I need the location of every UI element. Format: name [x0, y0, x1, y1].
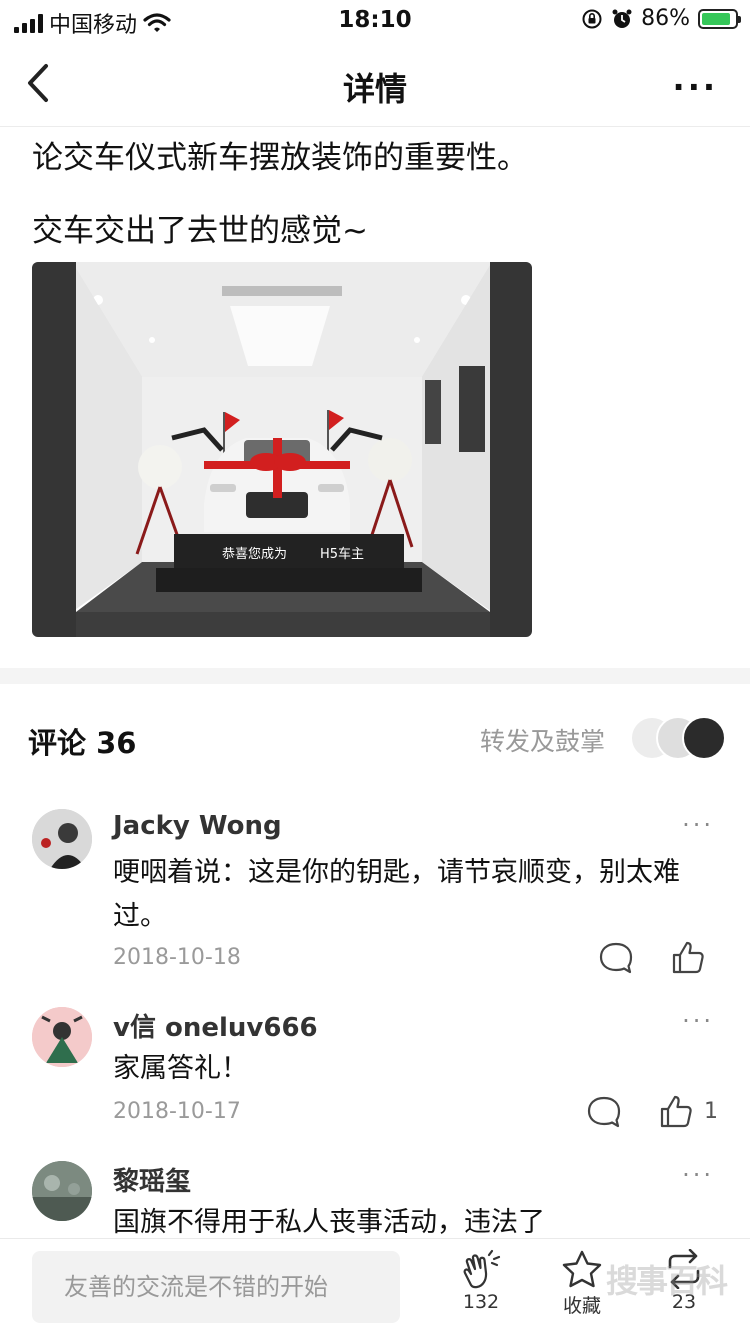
alarm-icon: [612, 9, 632, 28]
comments-count-title: 评论 36: [28, 726, 137, 760]
clap-icon: [463, 1249, 501, 1289]
thumbs-up-icon[interactable]: [670, 940, 706, 976]
reply-icon[interactable]: [598, 940, 634, 976]
battery-charging-icon: [698, 8, 741, 29]
page-title: 详情: [342, 70, 407, 108]
post-text-line1: 论交车仪式新车摆放装饰的重要性。: [32, 140, 528, 176]
comment-more-button[interactable]: ···: [682, 811, 714, 839]
reply-icon[interactable]: [586, 1094, 622, 1130]
comment-date: 2018-10-17: [113, 1099, 241, 1124]
clap-count: 132: [462, 1291, 500, 1313]
comment-date: 2018-10-18: [113, 945, 241, 970]
car-showroom-illustration: 恭喜您成为 H5车主: [32, 262, 532, 637]
post-text-line2: 交车交出了去世的感觉~: [32, 213, 368, 249]
like-count: 1: [704, 1099, 718, 1124]
share-and-clap-link[interactable]: 转发及鼓掌: [480, 722, 605, 758]
avatar[interactable]: [32, 1007, 92, 1067]
comment-more-button[interactable]: ···: [682, 1007, 714, 1035]
photo-banner-model: H5车主: [320, 546, 364, 562]
thumbs-up-icon[interactable]: [658, 1094, 694, 1130]
post-photo[interactable]: 恭喜您成为 H5车主: [32, 262, 532, 637]
star-icon: [562, 1250, 602, 1288]
watermark: 搜事百科: [606, 1262, 728, 1300]
nav-bar: 详情 ···: [0, 44, 750, 127]
comment-text: 家属答礼！: [113, 1053, 248, 1084]
status-bar: 中国移动 18:10 86%: [0, 0, 750, 44]
clapper-avatars[interactable]: [630, 716, 726, 760]
status-right: 86%: [581, 6, 741, 31]
photo-banner-text: 恭喜您成为: [222, 546, 287, 562]
section-divider: [0, 668, 750, 684]
comment-author[interactable]: 黎瑶玺: [113, 1161, 191, 1198]
battery-percent: 86%: [641, 6, 690, 31]
comment-author[interactable]: Jacky Wong: [113, 811, 282, 841]
comment-input[interactable]: [32, 1251, 400, 1323]
comment-more-button[interactable]: ···: [682, 1161, 714, 1189]
clap-button[interactable]: 132: [446, 1249, 516, 1313]
orientation-lock-icon: [582, 9, 602, 28]
more-options-button[interactable]: ···: [673, 68, 718, 106]
avatar[interactable]: [32, 1161, 92, 1221]
avatar[interactable]: [32, 809, 92, 869]
comment-text: 哽咽着说：这是你的钥匙，请节哀顺变，别太难过。: [113, 857, 680, 932]
avatar: [682, 716, 726, 760]
comment-author[interactable]: v信 oneluv666: [113, 1007, 318, 1044]
